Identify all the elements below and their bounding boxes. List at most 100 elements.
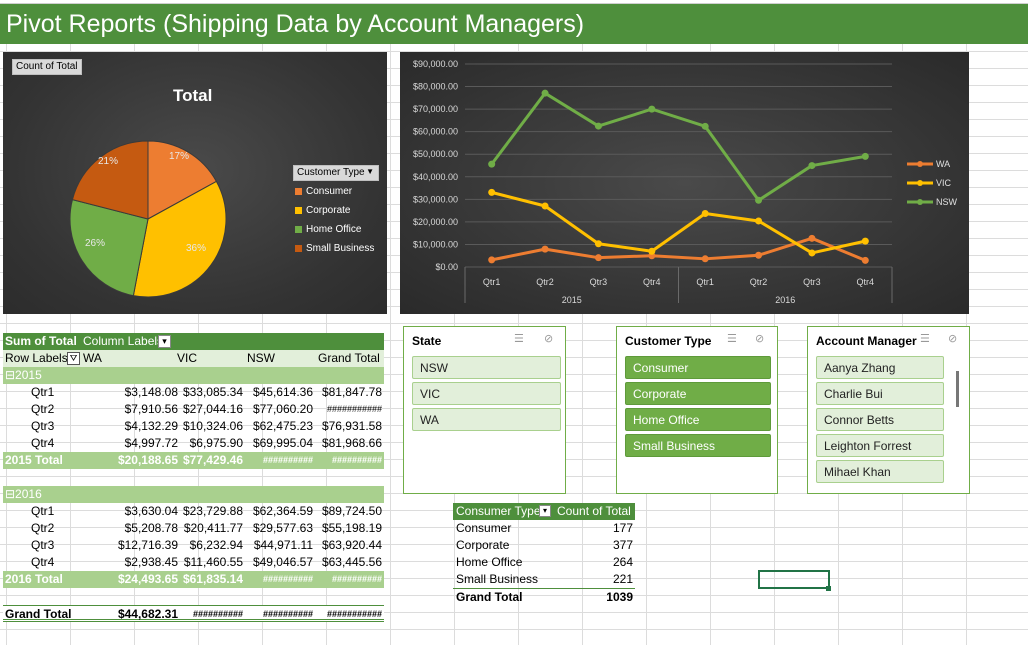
slicer-am-aanya-zhang[interactable]: Aanya Zhang bbox=[816, 356, 944, 379]
year-2015-label[interactable]: ⊟2015 bbox=[5, 367, 42, 384]
total-2015-wa: $20,188.65 bbox=[117, 453, 178, 467]
clear-filter-icon[interactable]: ⊘ bbox=[755, 332, 764, 345]
data-point-nsw bbox=[594, 122, 602, 130]
table-row: Qtr1 $3,630.04 $23,729.88 $62,364.59 $89,724… bbox=[3, 503, 384, 520]
value-cell: $89,724.50 bbox=[321, 504, 382, 518]
slicer-am-mihael-khan[interactable]: Mihael Khan bbox=[816, 460, 944, 483]
multi-select-icon[interactable]: ☰ bbox=[727, 332, 737, 345]
slicer-scrollbar[interactable] bbox=[956, 371, 959, 407]
data-point-vic bbox=[648, 247, 656, 255]
small-pivot-header-count: Count of Total bbox=[557, 504, 631, 518]
grand-total-vic: ########## bbox=[192, 609, 243, 619]
value-cell: $12,716.39 bbox=[117, 538, 178, 552]
x-tick-label: Qtr3 bbox=[803, 277, 821, 287]
customer-type-legend-button[interactable]: Customer Type ▼ bbox=[293, 165, 379, 181]
value-cell: $2,938.45 bbox=[124, 555, 178, 569]
multi-select-icon[interactable]: ☰ bbox=[920, 332, 930, 345]
total-2015-label: 2015 Total bbox=[5, 453, 63, 467]
legend-marker-vic bbox=[917, 180, 923, 186]
consumer-type-label: Corporate bbox=[456, 538, 510, 552]
filter-dropdown-icon[interactable]: ▾ bbox=[539, 505, 551, 517]
count-of-total-field-button[interactable]: Count of Total bbox=[12, 59, 82, 75]
slicer-customer-type: Customer Type ☰ ⊘ Consumer Corporate Hom… bbox=[616, 326, 778, 494]
value-cell: $33,085.34 bbox=[182, 385, 243, 399]
slicer-ct-small-business[interactable]: Small Business bbox=[625, 434, 771, 457]
data-point-wa bbox=[701, 255, 709, 263]
table-row: Qtr4 $2,938.45 $11,460.55 $49,046.57 $63,445… bbox=[3, 554, 384, 571]
small-pivot-header: Consumer Type ▾ Count of Total bbox=[453, 503, 635, 520]
selected-cell[interactable] bbox=[758, 570, 830, 589]
multi-select-icon[interactable]: ☰ bbox=[514, 332, 524, 345]
total-2016-nsw: ########## bbox=[262, 574, 313, 584]
year-2016-label[interactable]: ⊟2016 bbox=[5, 486, 42, 503]
y-tick-label: $30,000.00 bbox=[413, 194, 458, 204]
y-tick-label: $80,000.00 bbox=[413, 82, 458, 92]
pie-chart[interactable]: Count of Total Total 17% 36% 26% 21% Cus… bbox=[3, 52, 387, 314]
value-cell: $6,232.94 bbox=[189, 538, 243, 552]
customer-type-legend-label: Customer Type bbox=[297, 167, 365, 178]
data-point-wa bbox=[541, 245, 549, 253]
clear-filter-icon[interactable]: ⊘ bbox=[948, 332, 957, 345]
total-2016-grand: ########## bbox=[331, 574, 382, 584]
slicer-state-title: State bbox=[412, 334, 442, 348]
column-filter-icon[interactable]: ▾ bbox=[158, 335, 171, 348]
total-2015-grand: ########## bbox=[331, 455, 382, 465]
slicer-state-wa[interactable]: WA bbox=[412, 408, 561, 431]
small-pivot-total-label: Grand Total bbox=[456, 590, 523, 604]
year-2015-row[interactable]: ⊟2015 bbox=[3, 367, 384, 384]
data-point-vic bbox=[808, 249, 816, 257]
value-cell: $10,324.06 bbox=[182, 419, 243, 433]
value-cell: $44,971.11 bbox=[253, 538, 313, 552]
row-filter-icon[interactable]: ⛛ bbox=[67, 352, 80, 365]
pie-svg bbox=[69, 140, 227, 298]
slicer-state-vic[interactable]: VIC bbox=[412, 382, 561, 405]
value-cell: $45,614.36 bbox=[252, 385, 313, 399]
consumer-type-label: Consumer bbox=[456, 521, 512, 535]
slicer-am-connor-betts[interactable]: Connor Betts bbox=[816, 408, 944, 431]
value-cell: $77,060.20 bbox=[252, 402, 313, 416]
data-point-nsw bbox=[541, 89, 549, 97]
value-cell: $62,364.59 bbox=[252, 504, 313, 518]
value-cell: $5,208.78 bbox=[124, 521, 178, 535]
legend-item-consumer: Consumer bbox=[295, 182, 374, 201]
slicer-ct-consumer[interactable]: Consumer bbox=[625, 356, 771, 379]
value-cell: $55,198.19 bbox=[321, 521, 382, 535]
grand-total-row: Grand Total $44,682.31 ########## ######… bbox=[3, 605, 384, 622]
table-row: Qtr2 $5,208.78 $20,411.77 $29,577.63 $55,198… bbox=[3, 520, 384, 537]
slicer-am-charlie-bui[interactable]: Charlie Bui bbox=[816, 382, 944, 405]
value-cell: $63,920.44 bbox=[321, 538, 382, 552]
series-line-vic bbox=[491, 190, 866, 255]
value-cell: $4,132.29 bbox=[124, 419, 178, 433]
x-tick-label: Qtr1 bbox=[483, 277, 501, 287]
data-point-wa bbox=[861, 256, 869, 264]
col-header-vic: VIC bbox=[177, 351, 198, 365]
data-point-vic bbox=[488, 188, 496, 196]
value-cell: $6,975.90 bbox=[189, 436, 243, 450]
count-value: 377 bbox=[612, 538, 633, 552]
clear-filter-icon[interactable]: ⊘ bbox=[544, 332, 553, 345]
pie-legend: Consumer Corporate Home Office Small Bus… bbox=[295, 182, 374, 258]
slicer-ct-corporate[interactable]: Corporate bbox=[625, 382, 771, 405]
pie-label-home-office: 26% bbox=[85, 238, 106, 249]
legend-item-home-office: Home Office bbox=[295, 220, 374, 239]
page-title: Pivot Reports (Shipping Data by Account … bbox=[0, 4, 1028, 44]
fill-handle[interactable] bbox=[826, 586, 831, 591]
slicer-state-nsw[interactable]: NSW bbox=[412, 356, 561, 379]
legend-label-nsw: NSW bbox=[936, 197, 958, 207]
small-pivot-total-row: Grand Total 1039 bbox=[453, 588, 635, 605]
data-point-vic bbox=[701, 209, 709, 217]
data-point-vic bbox=[755, 217, 763, 225]
data-point-nsw bbox=[648, 105, 656, 113]
value-cell: $49,046.57 bbox=[252, 555, 313, 569]
data-point-wa bbox=[594, 254, 602, 262]
value-cell: $3,630.04 bbox=[124, 504, 178, 518]
col-header-grand-total: Grand Total bbox=[318, 351, 380, 365]
x-tick-label: Qtr1 bbox=[696, 277, 714, 287]
year-2016-row[interactable]: ⊟2016 bbox=[3, 486, 384, 503]
quarter-label: Qtr3 bbox=[31, 419, 55, 433]
data-point-nsw bbox=[701, 122, 709, 130]
line-chart[interactable]: $90,000.00 $80,000.00 $70,000.00 $60,000.00… bbox=[400, 52, 969, 314]
slicer-ct-home-office[interactable]: Home Office bbox=[625, 408, 771, 431]
slicer-am-leighton-forrest[interactable]: Leighton Forrest bbox=[816, 434, 944, 457]
column-labels: Column Labels bbox=[83, 334, 164, 348]
